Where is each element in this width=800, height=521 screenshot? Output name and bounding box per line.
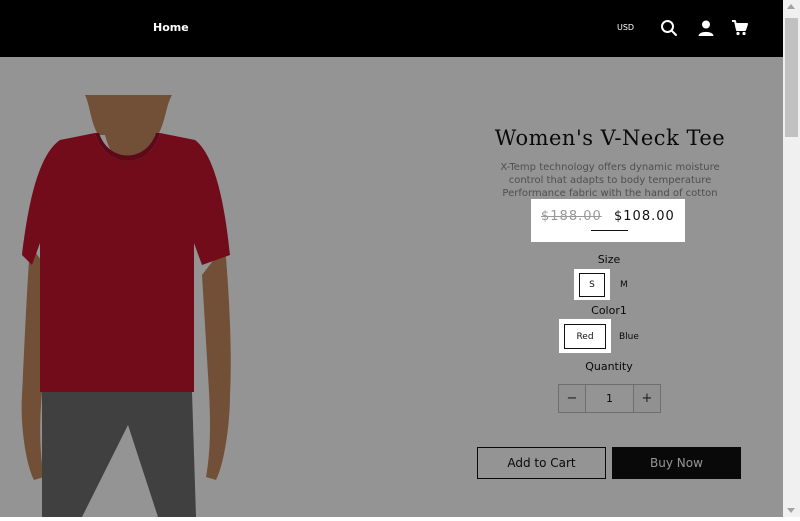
product-description: X-Temp technology offers dynamic moistur… [470,161,750,200]
size-option-s-highlight: S [574,269,610,300]
color-option-red[interactable]: Red [564,324,606,349]
original-price: $188.00 [541,209,602,224]
sale-price: $108.00 [614,209,675,224]
product-page-content: Women's V-Neck Tee X-Temp technology off… [0,57,783,517]
size-option-m[interactable]: M [620,280,628,290]
description-line: control that adapts to body temperature [508,175,712,186]
buy-now-button[interactable]: Buy Now [612,447,741,479]
size-label: Size [597,253,621,266]
search-icon[interactable] [660,19,678,37]
account-icon[interactable] [697,19,715,37]
scroll-up-arrow-icon[interactable] [787,4,795,9]
add-to-cart-button[interactable]: Add to Cart [477,447,606,479]
color-option-blue[interactable]: Blue [619,332,639,342]
size-option-s[interactable]: S [579,273,605,297]
scroll-thumb[interactable] [785,18,798,137]
quantity-label: Quantity [585,360,633,373]
nav-home-link[interactable]: Home [153,21,189,34]
quantity-input[interactable]: 1 [586,385,633,412]
quantity-increase-button[interactable]: + [633,385,660,412]
currency-selector[interactable]: USD [617,23,634,32]
cart-icon[interactable] [731,19,749,37]
price-block: $188.00 $108.00 [531,199,685,242]
product-image [20,95,235,517]
product-title: Women's V-Neck Tee [494,126,726,150]
description-line: X-Temp technology offers dynamic moistur… [500,162,720,173]
quantity-decrease-button[interactable]: − [559,385,586,412]
color-label: Color1 [591,304,627,317]
price-divider [591,230,628,231]
shirt-shape [22,133,230,392]
scroll-down-arrow-icon[interactable] [787,508,795,513]
top-navigation-bar: Home USD [0,0,783,57]
color-option-red-highlight: Red [559,319,611,353]
pants-shape [42,392,196,517]
quantity-stepper: − 1 + [558,384,661,413]
page-scrollbar[interactable] [783,0,800,517]
